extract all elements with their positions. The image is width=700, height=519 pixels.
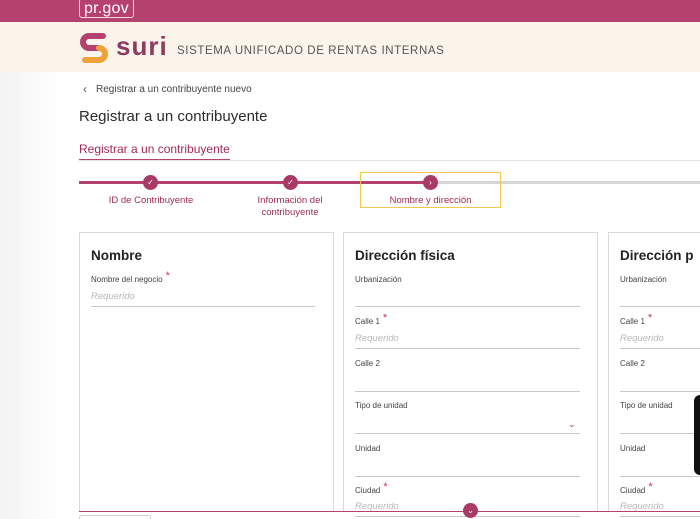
breadcrumb-label[interactable]: Registrar a un contribuyente nuevo xyxy=(96,84,252,95)
field-label-tipo-unidad: Tipo de unidad xyxy=(355,401,408,410)
card-direccion-postal: Dirección p Urbanización Calle 1 * Requer… xyxy=(608,232,700,517)
field-label-calle-1-postal: Calle 1 * xyxy=(620,312,653,326)
required-asterisk-icon: * xyxy=(648,481,653,493)
input-calle-1[interactable]: Requerido xyxy=(355,331,580,349)
select-tipo-unidad[interactable] xyxy=(355,416,580,434)
scroll-down-icon[interactable]: ⌄ xyxy=(463,503,478,518)
field-label-urbanizacion: Urbanización xyxy=(355,275,402,284)
top-bar: pr.gov xyxy=(0,0,700,22)
bottom-button[interactable] xyxy=(79,515,151,519)
breadcrumb[interactable]: ‹ Registrar a un contribuyente nuevo xyxy=(83,82,252,96)
tab-divider xyxy=(79,160,700,161)
page-title: Registrar a un contribuyente xyxy=(79,108,268,125)
card-direccion-fisica: Dirección física Urbanización Calle 1 * R… xyxy=(343,232,598,517)
brand-bar: suri SISTEMA UNIFICADO DE RENTAS INTERNA… xyxy=(0,22,700,72)
input-unidad[interactable] xyxy=(355,459,580,477)
input-urbanizacion[interactable] xyxy=(355,289,580,307)
step-1-check-icon[interactable]: ✓ xyxy=(143,175,158,190)
brand-wordmark[interactable]: suri xyxy=(116,31,168,61)
step-2-check-icon[interactable]: ✓ xyxy=(283,175,298,190)
required-asterisk-icon: * xyxy=(647,312,653,324)
required-asterisk-icon: * xyxy=(382,312,388,324)
step-2-label: Información del contribuyente xyxy=(257,195,323,218)
field-label-calle-2: Calle 2 xyxy=(355,359,380,368)
step-1-label: ID de Contribuyente xyxy=(108,195,194,206)
card-direccion-postal-title: Dirección p xyxy=(620,248,694,263)
chevron-down-icon[interactable]: ⌄ xyxy=(568,419,576,430)
card-nombre-title: Nombre xyxy=(91,248,143,263)
field-label-nombre-negocio: Nombre del negocio * xyxy=(91,270,170,284)
suri-logo-icon xyxy=(80,33,108,63)
required-asterisk-icon: * xyxy=(165,270,170,282)
field-label-calle-1: Calle 1 * xyxy=(355,312,388,326)
input-calle-1-postal[interactable]: Requerido xyxy=(620,331,700,349)
field-label-urbanizacion-postal: Urbanización xyxy=(620,275,667,284)
select-tipo-unidad-postal[interactable] xyxy=(620,416,700,434)
field-label-ciudad: Ciudad * xyxy=(355,481,388,495)
brand-subtitle: SISTEMA UNIFICADO DE RENTAS INTERNAS xyxy=(177,45,445,57)
required-asterisk-icon: * xyxy=(383,481,388,493)
input-calle-2-postal[interactable] xyxy=(620,374,700,392)
left-margin xyxy=(0,72,60,519)
field-label-unidad: Unidad xyxy=(355,444,381,453)
prgov-link[interactable]: pr.gov xyxy=(79,0,134,18)
input-calle-2[interactable] xyxy=(355,374,580,392)
input-ciudad-postal[interactable]: Requerido xyxy=(620,499,700,517)
field-label-unidad-postal: Unidad xyxy=(620,444,646,453)
field-label-tipo-unidad-postal: Tipo de unidad xyxy=(620,401,673,410)
step-3-label: Nombre y dirección xyxy=(389,195,472,206)
card-nombre: Nombre Nombre del negocio * Requerido xyxy=(79,232,334,512)
field-label-calle-2-postal: Calle 2 xyxy=(620,359,645,368)
field-label-ciudad-postal: Ciudad * xyxy=(620,481,653,495)
scroll-overlay-edge xyxy=(694,395,700,475)
card-direccion-fisica-title: Dirección física xyxy=(355,248,455,263)
input-urbanizacion-postal[interactable] xyxy=(620,289,700,307)
input-unidad-postal[interactable] xyxy=(620,459,700,477)
chevron-left-icon[interactable]: ‹ xyxy=(83,82,87,96)
tab-registrar[interactable]: Registrar a un contribuyente xyxy=(79,142,230,161)
input-nombre-negocio[interactable]: Requerido xyxy=(91,289,315,307)
bottom-divider xyxy=(79,511,700,512)
